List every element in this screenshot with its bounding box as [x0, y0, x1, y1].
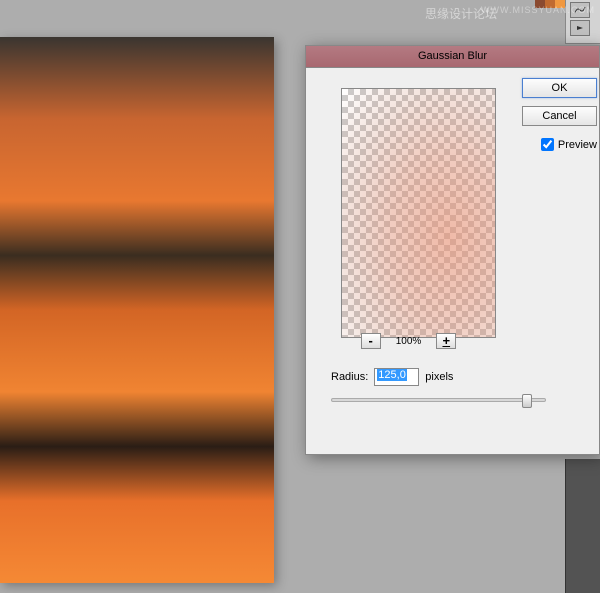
watermark-text-en: WWW.MISSYUAN.COM — [481, 5, 595, 15]
radius-slider-thumb[interactable] — [522, 394, 532, 408]
zoom-controls: - 100% + — [331, 333, 486, 349]
radius-row: Radius: 125,0 pixels — [331, 368, 453, 386]
canvas-image — [0, 37, 274, 583]
zoom-out-button[interactable]: - — [361, 333, 381, 349]
dialog-body: - 100% + Radius: 125,0 pixels OK Cancel … — [306, 68, 599, 454]
zoom-level: 100% — [396, 336, 422, 347]
zoom-in-button[interactable]: + — [436, 333, 456, 349]
radius-unit: pixels — [425, 371, 453, 383]
radius-input[interactable]: 125,0 — [374, 368, 419, 386]
cancel-button[interactable]: Cancel — [522, 106, 597, 126]
panel-icon-menu[interactable] — [570, 20, 590, 36]
preview-checkbox[interactable] — [541, 138, 554, 151]
ok-button[interactable]: OK — [522, 78, 597, 98]
dialog-title: Gaussian Blur — [306, 46, 599, 68]
preview-checkbox-row: Preview — [541, 138, 597, 151]
radius-slider[interactable] — [331, 398, 546, 402]
preview-checkbox-label: Preview — [558, 139, 597, 151]
filter-preview[interactable] — [341, 88, 496, 338]
gaussian-blur-dialog: Gaussian Blur - 100% + Radius: 125,0 pix… — [305, 45, 600, 455]
radius-label: Radius: — [331, 371, 368, 383]
right-panel-bottom — [565, 459, 600, 593]
